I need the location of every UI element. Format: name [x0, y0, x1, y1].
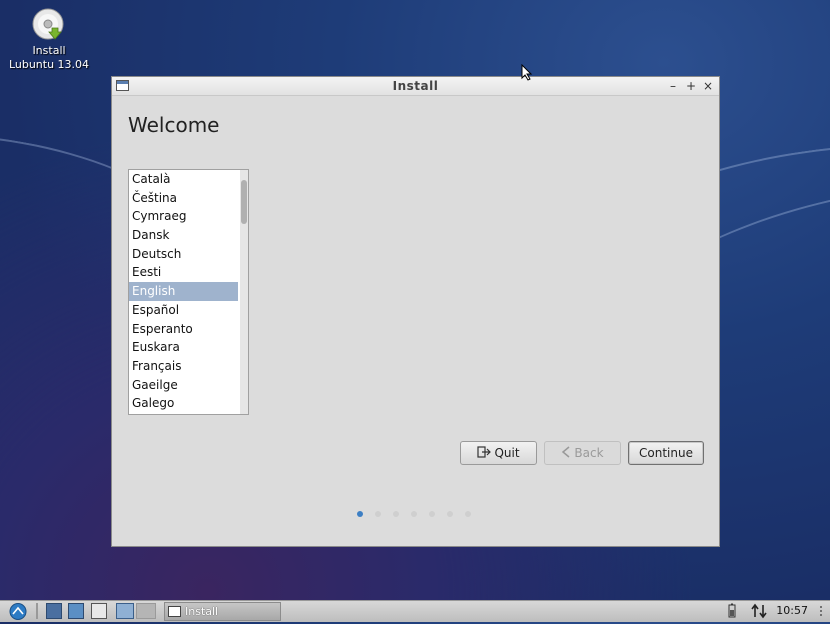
list-item[interactable]: Español [129, 301, 238, 320]
clock[interactable]: 10:57 [776, 604, 808, 617]
quit-icon [477, 445, 492, 461]
window-title: Install [392, 79, 439, 93]
file-manager-icon[interactable] [46, 603, 62, 619]
progress-dot [357, 511, 363, 517]
battery-icon[interactable] [727, 603, 737, 619]
browser-icon[interactable] [68, 603, 84, 619]
progress-dot [429, 511, 435, 517]
taskbar: Install 10:57 [0, 600, 830, 622]
progress-dot [393, 511, 399, 517]
list-item[interactable]: Euskara [129, 338, 238, 357]
list-item[interactable]: Eesti [129, 263, 238, 282]
minimize-button[interactable]: – [665, 78, 681, 94]
quit-label: Quit [494, 446, 520, 460]
page-title: Welcome [128, 113, 220, 137]
progress-dot [375, 511, 381, 517]
task-label: Install [185, 605, 219, 618]
list-item[interactable]: Deutsch [129, 245, 238, 264]
taskbar-separator [36, 603, 38, 619]
desktop-icon-label-2: Lubuntu 13.04 [8, 58, 90, 71]
workspace-1-button[interactable] [116, 603, 134, 619]
desktop-install-icon[interactable]: Install Lubuntu 13.04 [8, 8, 90, 72]
progress-dot [447, 511, 453, 517]
list-item[interactable]: Dansk [129, 226, 238, 245]
progress-dots [357, 511, 471, 517]
language-list[interactable]: Català Čeština Cymraeg Dansk Deutsch Eesti Eng… [128, 169, 249, 415]
close-button[interactable]: × [700, 78, 716, 94]
window-titlebar[interactable]: Install – + × [112, 77, 719, 96]
start-menu-icon[interactable] [6, 602, 30, 621]
scrollbar-thumb[interactable] [241, 180, 247, 224]
list-item[interactable]: Gaeilge [129, 376, 238, 395]
show-desktop-icon[interactable] [91, 603, 107, 619]
list-item[interactable]: Galego [129, 394, 238, 413]
list-item[interactable]: English [129, 282, 238, 301]
progress-dot [465, 511, 471, 517]
continue-button[interactable]: Continue [628, 441, 704, 465]
list-item[interactable]: Čeština [129, 189, 238, 208]
workspace-2-button[interactable] [136, 603, 156, 619]
network-icon[interactable] [750, 603, 768, 619]
list-item[interactable]: Català [129, 170, 238, 189]
list-item[interactable]: Cymraeg [129, 207, 238, 226]
language-scrollbar[interactable] [240, 170, 248, 414]
install-window: Install – + × Welcome Català Čeština Cymra… [111, 76, 720, 547]
taskbar-task-install[interactable]: Install [164, 602, 281, 621]
quit-button[interactable]: Quit [460, 441, 537, 465]
panel-grip-icon [816, 603, 826, 619]
task-window-icon [168, 606, 181, 617]
desktop-icon-label-1: Install [32, 44, 66, 57]
mouse-cursor-icon [521, 63, 533, 84]
back-arrow-icon [561, 445, 571, 461]
list-item[interactable]: Français [129, 357, 238, 376]
language-items: Català Čeština Cymraeg Dansk Deutsch Eesti Eng… [129, 170, 248, 413]
back-button[interactable]: Back [544, 441, 621, 465]
progress-dot [411, 511, 417, 517]
maximize-button[interactable]: + [683, 78, 699, 94]
list-item[interactable]: Esperanto [129, 320, 238, 339]
continue-label: Continue [639, 446, 693, 460]
back-label: Back [574, 446, 604, 460]
disc-icon [32, 8, 66, 42]
